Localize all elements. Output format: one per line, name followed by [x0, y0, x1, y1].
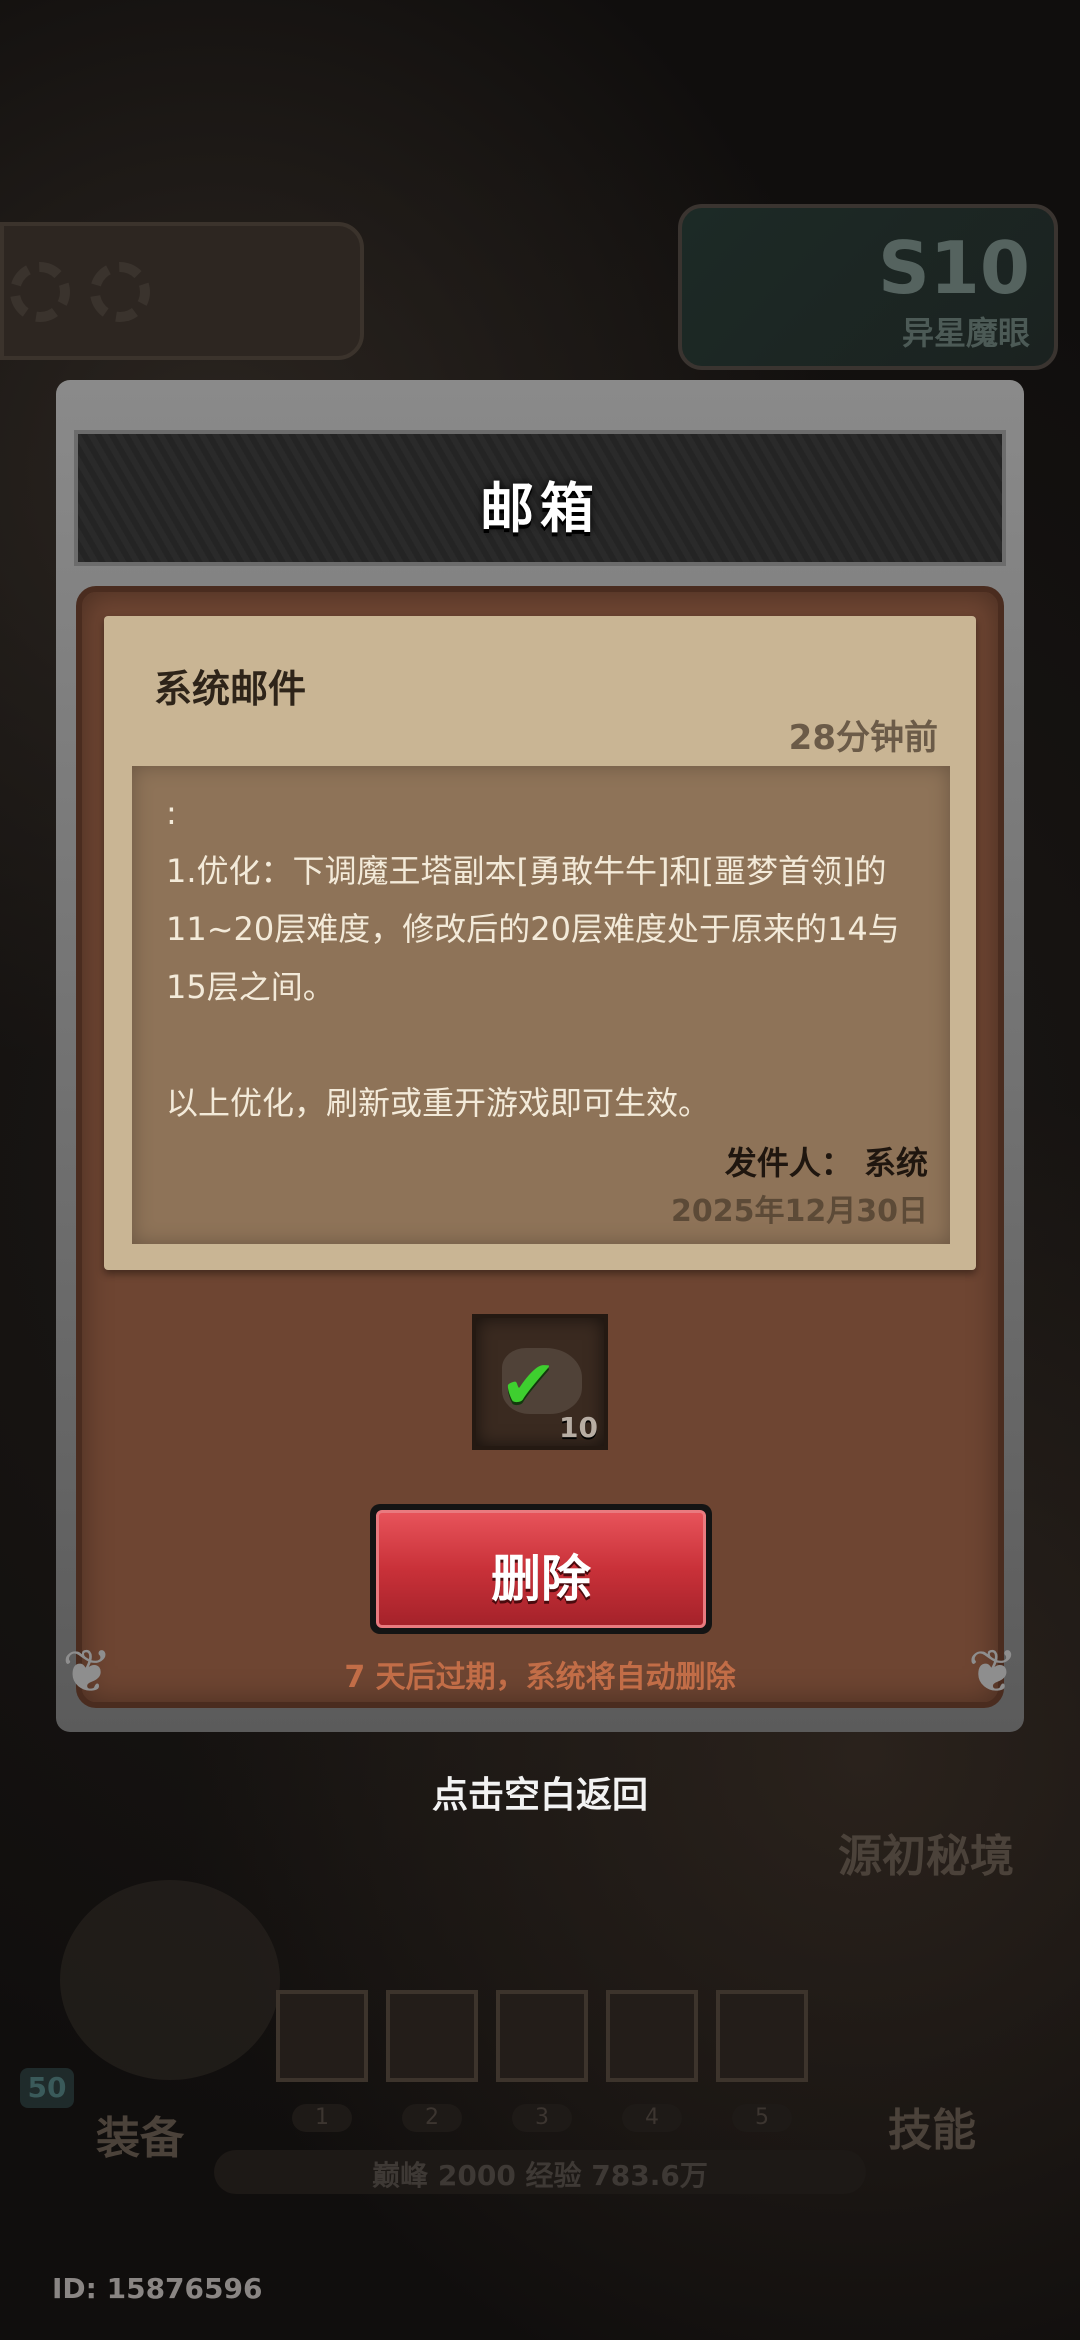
origin-realm-label[interactable]: 源初秘境	[838, 1820, 1014, 1884]
mail-title: 系统邮件	[154, 667, 307, 711]
peak-experience-bar: 巅峰 2000 经验 783.6万	[214, 2150, 866, 2194]
player-id: ID: 15876596	[52, 2272, 263, 2305]
skill-slot-3[interactable]	[496, 1990, 588, 2082]
skill-slot-4[interactable]	[606, 1990, 698, 2082]
delete-button-label: 删除	[491, 1550, 591, 1608]
mail-sender: 发件人： 系统	[724, 1144, 928, 1182]
slot-number: 2	[402, 2104, 462, 2132]
delete-button-face: 删除	[376, 1510, 706, 1628]
mail-date: 2025年12月30日	[671, 1194, 928, 1229]
mailbox-dialog: 邮箱 ❦ ❦ 系统邮件 28分钟前 : 1.优化：下调魔王塔副本[勇敢牛牛]和[…	[56, 380, 1024, 1732]
season-number: S10	[877, 226, 1030, 310]
peak-experience-text: 巅峰 2000 经验 783.6万	[372, 2159, 708, 2192]
dialog-header: 邮箱	[74, 430, 1006, 566]
slot-number: 1	[292, 2104, 352, 2132]
skill-slot-5[interactable]	[716, 1990, 808, 2082]
skill-slot-2[interactable]	[386, 1990, 478, 2082]
season-name: 异星魔眼	[901, 314, 1030, 352]
skills-label[interactable]: 技能	[888, 2094, 976, 2158]
slot-number: 4	[622, 2104, 682, 2132]
character-silhouette	[60, 1880, 280, 2080]
slot-number: 5	[732, 2104, 792, 2132]
equipment-label[interactable]: 装备	[96, 2102, 184, 2166]
level-chip: 50	[20, 2068, 74, 2108]
slot-number: 3	[512, 2104, 572, 2132]
mail-content: : 1.优化：下调魔王塔副本[勇敢牛牛]和[噩梦首领]的11~20层难度，修改后…	[166, 794, 900, 1122]
gear-icon	[90, 262, 150, 322]
expire-note: 7 天后过期，系统将自动删除	[344, 1660, 736, 1695]
tap-blank-return-hint[interactable]: 点击空白返回	[0, 1766, 1080, 1818]
reward-count: 10	[559, 1411, 598, 1444]
skill-slot-1[interactable]	[276, 1990, 368, 2082]
checkmark-icon: ✔	[500, 1346, 557, 1425]
delete-button[interactable]: 删除	[370, 1504, 712, 1634]
top-left-panel[interactable]	[0, 222, 364, 360]
season-badge[interactable]: S10 异星魔眼	[678, 204, 1058, 370]
gear-icon	[10, 262, 70, 322]
mail-content-box: : 1.优化：下调魔王塔副本[勇敢牛牛]和[噩梦首领]的11~20层难度，修改后…	[132, 766, 950, 1244]
mail-time: 28分钟前	[788, 718, 938, 758]
mail-paper: 系统邮件 28分钟前 : 1.优化：下调魔王塔副本[勇敢牛牛]和[噩梦首领]的1…	[104, 616, 976, 1270]
dialog-title: 邮箱	[480, 477, 600, 540]
reward-item[interactable]: ✔ 10	[472, 1314, 608, 1450]
